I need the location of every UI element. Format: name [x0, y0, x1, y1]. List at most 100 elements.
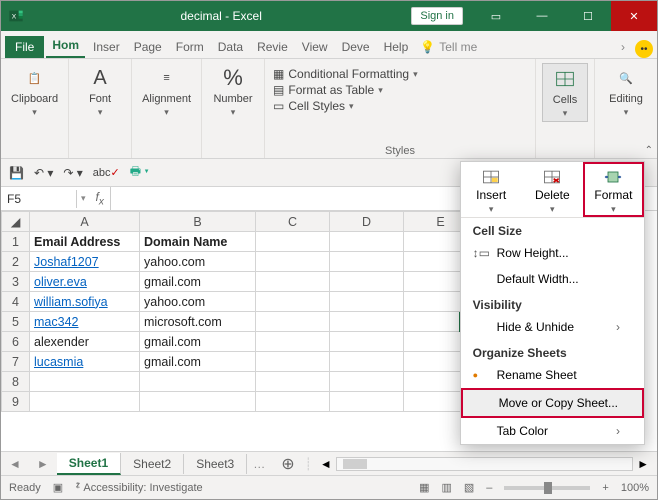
tab-help[interactable]: Help [378, 36, 415, 58]
accessibility-status[interactable]: ᙇ Accessibility: Investigate [75, 481, 202, 494]
spellcheck-button[interactable]: abc✓ [93, 166, 120, 179]
feedback-icon[interactable]: •• [635, 40, 653, 58]
sheet-tab[interactable]: Sheet1 [57, 453, 121, 475]
cell[interactable] [30, 372, 140, 392]
row-header[interactable]: 3 [2, 272, 30, 292]
delete-cells-button[interactable]: Delete▾ [522, 162, 583, 217]
zoom-level[interactable]: 100% [621, 482, 649, 494]
cell[interactable] [256, 372, 330, 392]
zoom-slider[interactable] [504, 486, 590, 490]
menu-row-height[interactable]: ↕▭Row Height... [461, 240, 644, 266]
tab-view[interactable]: View [296, 36, 334, 58]
maximize-button[interactable]: ☐ [565, 1, 611, 31]
view-page-break-icon[interactable]: ▧ [464, 481, 474, 494]
sheet-tab[interactable]: Sheet3 [184, 454, 247, 474]
cell[interactable] [256, 312, 330, 332]
new-sheet-button[interactable]: ⊕ [271, 454, 304, 474]
menu-move-or-copy-sheet[interactable]: Move or Copy Sheet... [461, 388, 644, 418]
menu-tab-color[interactable]: Tab Color› [461, 418, 644, 444]
cell-styles-button[interactable]: ▭ Cell Styles ▾ [273, 99, 354, 113]
cell[interactable] [330, 252, 404, 272]
tab-review[interactable]: Revie [251, 36, 294, 58]
row-header[interactable]: 4 [2, 292, 30, 312]
cell[interactable] [140, 392, 256, 412]
cell[interactable]: yahoo.com [140, 252, 256, 272]
ribbon-mode-button[interactable]: ▭ [473, 1, 519, 31]
conditional-formatting-button[interactable]: ▦ Conditional Formatting ▾ [273, 67, 418, 81]
tab-page-layout[interactable]: Page [128, 36, 168, 58]
format-cells-button[interactable]: Format▾ [583, 162, 644, 217]
cell[interactable] [256, 332, 330, 352]
row-header[interactable]: 8 [2, 372, 30, 392]
cell[interactable]: gmail.com [140, 352, 256, 372]
cell[interactable] [256, 232, 330, 252]
tab-developer[interactable]: Deve [336, 36, 376, 58]
insert-cells-button[interactable]: Insert▾ [461, 162, 522, 217]
row-header[interactable]: 2 [2, 252, 30, 272]
cell[interactable]: Email Address [30, 232, 140, 252]
menu-rename-sheet[interactable]: ●Rename Sheet [461, 362, 644, 388]
cell[interactable]: mac342 [30, 312, 140, 332]
macro-record-icon[interactable]: ▣ [53, 481, 63, 494]
number-button[interactable]: % Number ▾ [210, 63, 256, 120]
font-button[interactable]: A Font ▾ [77, 63, 123, 120]
cell[interactable]: alexender [30, 332, 140, 352]
cell[interactable]: gmail.com [140, 272, 256, 292]
quick-print-button[interactable]: 🖶 ▾ [130, 162, 149, 183]
cell[interactable] [330, 332, 404, 352]
name-box[interactable]: F5 [1, 190, 77, 208]
cell[interactable]: lucasmia [30, 352, 140, 372]
cell[interactable] [330, 352, 404, 372]
cell[interactable] [140, 372, 256, 392]
select-all-corner[interactable]: ◢ [2, 212, 30, 232]
cell[interactable] [256, 252, 330, 272]
col-header[interactable]: C [256, 212, 330, 232]
editing-button[interactable]: 🔍 Editing ▾ [603, 63, 649, 120]
cell[interactable] [256, 392, 330, 412]
minimize-button[interactable]: — [519, 1, 565, 31]
tab-home[interactable]: Hom [46, 34, 85, 58]
cell[interactable]: william.sofiya [30, 292, 140, 312]
collapse-ribbon-icon[interactable]: ⌃ [645, 145, 653, 156]
row-header[interactable]: 5 [2, 312, 30, 332]
scroll-left-icon[interactable]: ◄ [320, 457, 332, 471]
row-header[interactable]: 6 [2, 332, 30, 352]
cell[interactable] [30, 392, 140, 412]
cell[interactable] [330, 312, 404, 332]
scroll-right-icon[interactable]: ► [637, 457, 649, 471]
cells-button[interactable]: Cells ▾ [542, 63, 588, 122]
cell[interactable] [256, 352, 330, 372]
undo-button[interactable]: ↶ ▾ [34, 166, 53, 180]
row-header[interactable]: 9 [2, 392, 30, 412]
sheet-more-icon[interactable]: … [247, 457, 271, 471]
menu-default-width[interactable]: Default Width... [461, 266, 644, 292]
cell[interactable] [330, 392, 404, 412]
view-page-layout-icon[interactable]: ▥ [441, 481, 451, 494]
name-box-dropdown-icon[interactable]: ▾ [77, 193, 90, 204]
alignment-button[interactable]: ≡ Alignment ▾ [140, 63, 193, 120]
sign-in-button[interactable]: Sign in [411, 7, 463, 25]
cell[interactable]: Domain Name [140, 232, 256, 252]
row-header[interactable]: 7 [2, 352, 30, 372]
menu-hide-unhide[interactable]: Hide & Unhide› [461, 314, 644, 340]
col-header[interactable]: D [330, 212, 404, 232]
sheet-nav-prev-icon[interactable]: ◄ [1, 457, 29, 471]
cell[interactable]: yahoo.com [140, 292, 256, 312]
cell[interactable]: oliver.eva [30, 272, 140, 292]
clipboard-button[interactable]: 📋 Clipboard ▾ [9, 63, 60, 120]
format-as-table-button[interactable]: ▤ Format as Table ▾ [273, 83, 383, 97]
redo-button[interactable]: ↷ ▾ [63, 166, 82, 180]
zoom-out-icon[interactable]: – [486, 482, 492, 494]
sheet-nav-next-icon[interactable]: ► [29, 457, 57, 471]
row-header[interactable]: 1 [2, 232, 30, 252]
cell[interactable] [256, 272, 330, 292]
chevron-right-icon[interactable]: › [617, 36, 629, 58]
tab-formulas[interactable]: Form [170, 36, 210, 58]
cell[interactable] [330, 292, 404, 312]
cell[interactable]: Joshaf1207 [30, 252, 140, 272]
col-header[interactable]: B [140, 212, 256, 232]
close-button[interactable]: ✕ [611, 1, 657, 31]
col-header[interactable]: A [30, 212, 140, 232]
tab-data[interactable]: Data [212, 36, 249, 58]
tell-me[interactable]: 💡 Tell me [416, 36, 481, 58]
